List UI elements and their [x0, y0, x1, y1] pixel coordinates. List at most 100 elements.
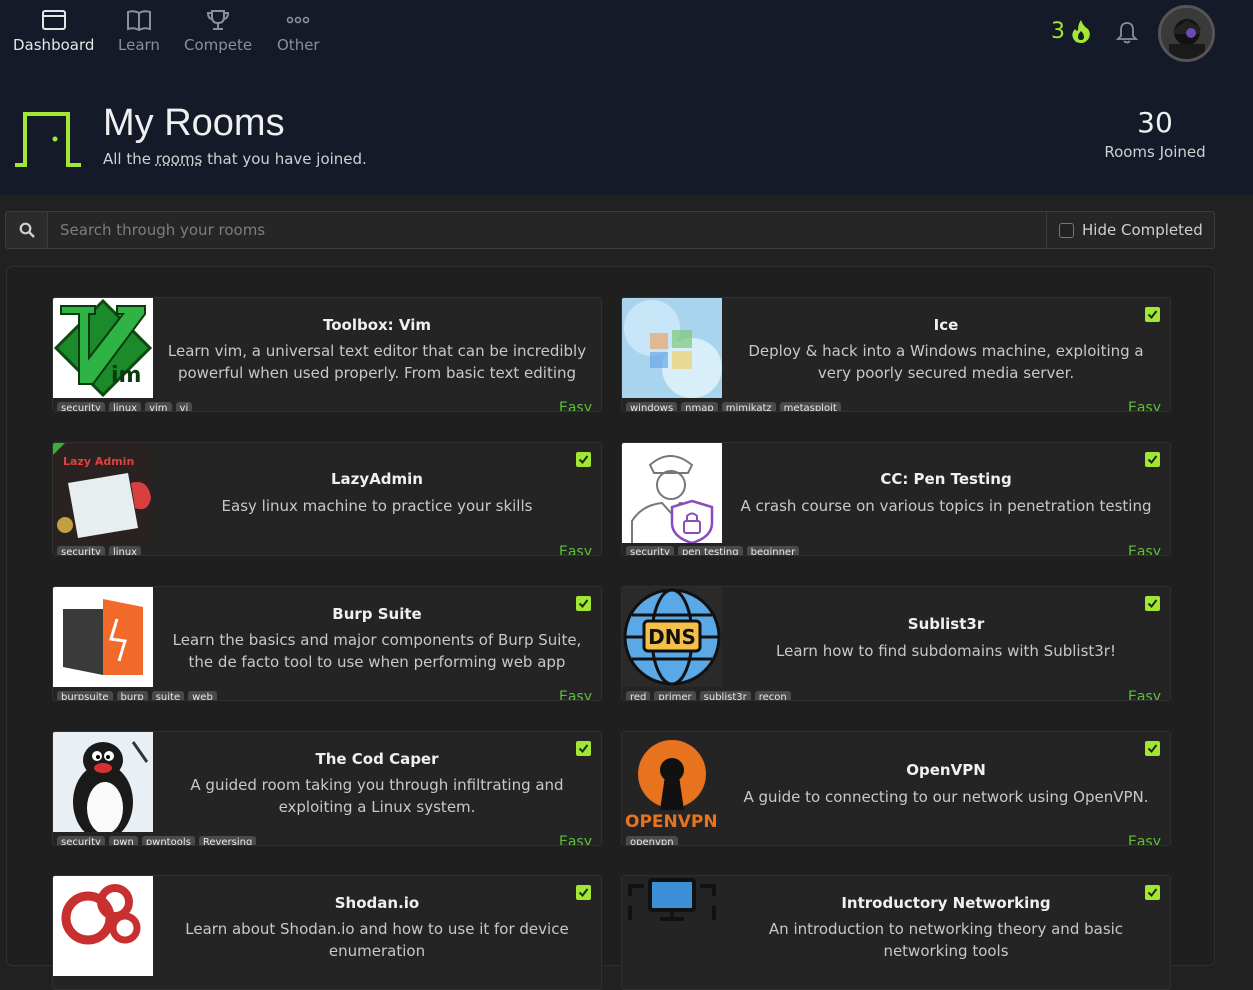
room-title[interactable]: Sublist3r [722, 615, 1170, 633]
room-title[interactable]: Introductory Networking [722, 894, 1170, 912]
room-tag[interactable]: web [188, 691, 217, 700]
nav-learn-label: Learn [118, 36, 160, 54]
page-subtitle: All the rooms that you have joined. [103, 150, 367, 168]
room-description: Learn about Shodan.io and how to use it … [185, 920, 569, 960]
room-footer: red primer sublist3r recon Easy [622, 687, 1170, 701]
room-title[interactable]: CC: Pen Testing [722, 470, 1170, 488]
room-difficulty: Easy [1127, 834, 1161, 846]
room-thumbnail: Lazy Admin [53, 443, 153, 543]
hide-completed-toggle[interactable]: Hide Completed [1046, 212, 1214, 248]
room-footer: security pwn pwntools Reversing Easy [53, 832, 601, 846]
room-title[interactable]: Burp Suite [153, 605, 601, 623]
nav-other-label: Other [277, 36, 320, 54]
room-tags: security pwn pwntools Reversing [57, 836, 257, 845]
rooms-link[interactable]: rooms [156, 150, 203, 168]
hide-completed-checkbox[interactable] [1059, 222, 1074, 238]
room-difficulty: Easy [558, 400, 592, 412]
completed-check-icon [1145, 596, 1160, 611]
nav-dashboard[interactable]: Dashboard [13, 8, 94, 54]
room-thumbnail [53, 876, 153, 976]
room-footer: security linux Easy [53, 542, 601, 556]
completed-check-icon [576, 596, 591, 611]
room-footer: security linux vim vi Easy [53, 398, 601, 412]
room-tag[interactable]: linux [108, 546, 142, 555]
room-tag[interactable]: suite [151, 691, 185, 700]
room-difficulty: Easy [1127, 544, 1161, 556]
room-tag[interactable]: nmap [681, 402, 718, 411]
page-header: My Rooms All the rooms that you have joi… [0, 74, 1253, 195]
completed-check-icon [576, 885, 591, 900]
room-tag[interactable]: pen testing [677, 546, 743, 555]
room-card-shodan[interactable]: Shodan.io Learn about Shodan.io and how … [52, 875, 602, 990]
room-footer: security pen testing beginner Easy [622, 542, 1170, 556]
avatar[interactable] [1158, 5, 1215, 62]
room-tag[interactable]: beginner [746, 546, 800, 555]
room-title[interactable]: LazyAdmin [153, 470, 601, 488]
room-title[interactable]: Toolbox: Vim [153, 316, 601, 334]
room-tag[interactable]: Reversing [198, 836, 257, 845]
room-card-ice[interactable]: Ice Deploy & hack into a Windows machine… [621, 297, 1171, 412]
room-card-openvpn[interactable]: OPENVPN OpenVPN A guide to connecting to… [621, 731, 1171, 846]
room-difficulty: Easy [1127, 689, 1161, 701]
completed-check-icon [1145, 307, 1160, 322]
search-button[interactable] [6, 212, 48, 248]
room-tag[interactable]: vi [175, 402, 193, 411]
search-bar: Hide Completed [5, 211, 1215, 249]
room-tag[interactable]: primer [654, 691, 696, 700]
room-title[interactable]: The Cod Caper [153, 750, 601, 768]
streak-counter[interactable]: 3 [1051, 18, 1093, 44]
bell-icon[interactable] [1115, 20, 1139, 46]
room-thumbnail [622, 876, 722, 976]
nav-learn[interactable]: Learn [118, 8, 160, 54]
room-card-vim[interactable]: im Toolbox: Vim Learn vim, a universal t… [52, 297, 602, 412]
room-tag[interactable]: recon [754, 691, 791, 700]
room-card-sublist3r[interactable]: DNS Sublist3r Learn how to find subdomai… [621, 586, 1171, 701]
room-tag[interactable]: pwn [108, 836, 138, 845]
room-difficulty: Easy [558, 544, 592, 556]
thumbnail-lettering: OPENVPN [625, 812, 718, 832]
room-tag[interactable]: burpsuite [57, 691, 113, 700]
room-tag[interactable]: openvpn [626, 836, 678, 845]
room-footer: burpsuite burp suite web Easy [53, 687, 601, 700]
room-tag[interactable]: burp [116, 691, 148, 700]
room-tag[interactable]: metasploit [779, 402, 841, 411]
nav-other[interactable]: Other [277, 8, 320, 54]
room-tag[interactable]: vim [145, 402, 172, 411]
completed-check-icon [1145, 741, 1160, 756]
room-description: Learn the basics and major components of… [172, 631, 582, 671]
room-thumbnail: im [53, 298, 153, 398]
room-card-cod-caper[interactable]: The Cod Caper A guided room taking you t… [52, 731, 602, 846]
room-footer: openvpn Easy [622, 832, 1170, 846]
room-tag[interactable]: linux [108, 402, 142, 411]
room-tag[interactable]: security [57, 546, 105, 555]
room-tag[interactable]: sublist3r [699, 691, 751, 700]
room-description: A guided room taking you through infiltr… [190, 776, 564, 816]
room-title[interactable]: Shodan.io [153, 894, 601, 912]
room-thumbnail: DNS [622, 587, 722, 687]
room-tag[interactable]: security [57, 836, 105, 845]
room-tag[interactable]: security [57, 402, 105, 411]
room-card-cc-pen-testing[interactable]: CC: Pen Testing A crash course on variou… [621, 442, 1171, 556]
nav-compete[interactable]: Compete [184, 8, 252, 54]
completed-check-icon [576, 452, 591, 467]
room-tag[interactable]: mimikatz [721, 402, 776, 411]
room-tag[interactable]: security [626, 546, 674, 555]
room-tag[interactable]: pwntools [141, 836, 195, 845]
room-title[interactable]: OpenVPN [722, 761, 1170, 779]
room-card-lazyadmin[interactable]: Lazy Admin LazyAdmin Easy linux machine … [52, 442, 602, 556]
search-input[interactable] [48, 212, 1046, 248]
thumbnail-lettering: Lazy Admin [63, 455, 134, 468]
room-tags: security linux [57, 546, 142, 555]
room-thumbnail [53, 587, 153, 687]
subtitle-text: All the [103, 150, 156, 168]
room-tags: security linux vim vi [57, 402, 193, 411]
room-tags: openvpn [626, 836, 678, 845]
room-difficulty: Easy [558, 834, 592, 846]
room-card-intro-networking[interactable]: Introductory Networking An introduction … [621, 875, 1171, 990]
room-thumbnail [622, 298, 722, 398]
room-card-burp-suite[interactable]: Burp Suite Learn the basics and major co… [52, 586, 602, 701]
completed-check-icon [1145, 885, 1160, 900]
room-tag[interactable]: windows [626, 402, 678, 411]
room-title[interactable]: Ice [722, 316, 1170, 334]
room-tag[interactable]: red [626, 691, 651, 700]
